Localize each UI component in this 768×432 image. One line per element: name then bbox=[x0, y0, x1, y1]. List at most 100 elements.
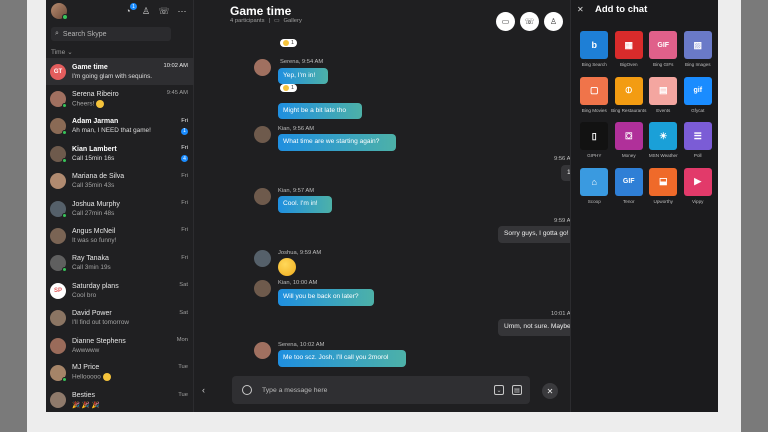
message-bubble[interactable]: What time are we starting again? bbox=[278, 134, 396, 151]
more-options-icon[interactable]: ⋯ bbox=[177, 6, 187, 16]
app-item[interactable]: b Bing Search bbox=[577, 31, 612, 67]
conversation-subtitle: 4 participants | ▭ Gallery bbox=[230, 18, 302, 24]
chat-list-item[interactable]: Joshua Murphy Call 27min 48s Fri bbox=[46, 195, 194, 222]
video-call-button[interactable]: ▭ bbox=[496, 12, 515, 31]
chat-preview: I'm going glam with sequins. bbox=[72, 72, 153, 80]
confused-emoji-icon[interactable] bbox=[278, 258, 296, 276]
app-item[interactable]: ⦶ Bing Restaurants bbox=[611, 76, 646, 113]
presence-dot bbox=[62, 103, 67, 109]
close-panel-button[interactable]: ✕ bbox=[542, 383, 558, 399]
search-placeholder: Search Skype bbox=[62, 30, 107, 38]
avatar-serena bbox=[254, 59, 271, 76]
emoji-icon[interactable] bbox=[242, 385, 252, 395]
app-item[interactable]: ▤ Events bbox=[646, 76, 681, 113]
chat-time: Fri bbox=[181, 172, 188, 179]
chat-list-item[interactable]: Mariana de Silva Call 35min 43s Fri bbox=[46, 168, 194, 195]
contacts-icon[interactable]: ♙ bbox=[141, 6, 151, 16]
audio-call-button[interactable]: ☏ bbox=[520, 12, 539, 31]
app-item[interactable]: ⬓ Upworthy bbox=[646, 167, 681, 204]
chat-name: Saturday plans bbox=[72, 282, 119, 290]
message-bubble[interactable]: Will you be back on later? bbox=[278, 289, 374, 306]
app-label: Poll bbox=[693, 153, 702, 158]
app-item[interactable]: ⌂ Scoop bbox=[577, 167, 612, 204]
chat-list-item[interactable]: Dianne Stephens Awwwww Mon bbox=[46, 332, 194, 359]
app-item[interactable]: ☀ MSN Weather bbox=[646, 122, 681, 158]
app-item[interactable]: ☰ Poll bbox=[681, 122, 716, 158]
profile-avatar[interactable] bbox=[51, 3, 68, 20]
chat-list-item[interactable]: Serena Ribeiro Cheers! 9:45 AM bbox=[46, 85, 194, 112]
avatar: SP bbox=[50, 282, 66, 299]
app-icon: ▯ bbox=[580, 122, 609, 150]
avatar-kian bbox=[254, 188, 271, 205]
app-item[interactable]: ⛋ Money bbox=[612, 122, 647, 158]
sidebar-header: ◔ 1 ♙ ☏ ⋯ bbox=[46, 0, 193, 22]
gallery-icon: ▭ bbox=[274, 18, 280, 24]
reaction-pill[interactable]: 1 bbox=[280, 84, 298, 92]
chat-list-item[interactable]: Besties 🎉 🎉 🎉 Tue bbox=[46, 387, 194, 412]
search-input[interactable]: ⌕ Search Skype bbox=[51, 27, 171, 41]
chevron-left-icon[interactable]: ‹ bbox=[202, 385, 205, 395]
chat-list-item[interactable]: Kian Lambert Call 15min 16s Fri 4 bbox=[46, 140, 194, 167]
app-item[interactable]: ▯ GIPHY bbox=[577, 122, 612, 158]
gallery-link[interactable]: Gallery bbox=[283, 18, 301, 24]
chat-time: Fri bbox=[181, 117, 188, 124]
message-bubble[interactable]: Yep, I'm in! bbox=[278, 68, 328, 84]
chat-time: 10:02 AM bbox=[163, 63, 189, 69]
app-icon: ▨ bbox=[683, 31, 712, 59]
app-item[interactable]: ▶ Vippy bbox=[681, 167, 716, 204]
app-label: Events bbox=[656, 107, 671, 113]
chat-list-item[interactable]: Ray Tanaka Call 3min 19s Fri bbox=[46, 250, 194, 277]
message-meta: Kian, 10:00 AM bbox=[278, 280, 318, 286]
chat-list-item[interactable]: SP Saturday plans Cool bro Sat bbox=[46, 277, 194, 304]
presence-dot bbox=[62, 157, 67, 163]
chat-preview: Ah man, I NEED that game! bbox=[72, 127, 151, 135]
app-icon: ⌂ bbox=[580, 167, 609, 196]
message-bubble[interactable]: Might be a bit late tho bbox=[278, 103, 362, 119]
app-label: Money bbox=[621, 153, 636, 158]
avatar-kian bbox=[254, 280, 271, 297]
app-label: Bing Search bbox=[581, 62, 607, 67]
avatar bbox=[50, 91, 67, 109]
close-icon: ✕ bbox=[546, 386, 554, 396]
message-bubble[interactable]: Me too scz. Josh, I'll call you 2morol bbox=[278, 350, 406, 367]
app-item[interactable]: ▦ BigOven bbox=[612, 31, 647, 67]
presence-dot bbox=[62, 212, 67, 218]
close-icon[interactable]: ✕ bbox=[577, 5, 587, 14]
app-item[interactable]: ▢ Bing Movies bbox=[577, 76, 612, 113]
unread-badge: 1 bbox=[181, 127, 188, 135]
app-label: Bing GIFs bbox=[653, 62, 674, 67]
calls-icon[interactable]: ☏ bbox=[158, 6, 169, 16]
message-composer[interactable]: Type a message here ⌄ ▤ bbox=[232, 376, 530, 404]
chat-list-item[interactable]: Adam Jarman Ah man, I NEED that game! Fr… bbox=[46, 113, 194, 140]
chat-list-item[interactable]: Angus McNeil It was so funny! Fri bbox=[46, 222, 194, 249]
chat-list-item[interactable]: David Power I'll find out tomorrow Sat bbox=[46, 305, 194, 332]
message-bubble[interactable]: Cool. I'm in! bbox=[278, 196, 332, 213]
app-item[interactable]: GIF Tenor bbox=[612, 167, 647, 204]
chat-list-item[interactable]: GT Game time I'm going glam with sequins… bbox=[46, 58, 194, 86]
search-icon: ⌕ bbox=[55, 30, 59, 37]
reaction-pill[interactable]: 1 bbox=[280, 39, 298, 47]
participants-link[interactable]: 4 participants bbox=[230, 18, 264, 24]
send-contact-icon[interactable]: ⌄ bbox=[494, 385, 504, 395]
chat-time: Fri bbox=[181, 254, 188, 261]
add-people-button[interactable]: ♙ bbox=[544, 12, 563, 31]
presence-dot bbox=[62, 14, 68, 20]
sort-label: Time bbox=[51, 48, 66, 56]
app-icon: ☰ bbox=[683, 122, 712, 150]
chat-name: Kian Lambert bbox=[72, 145, 117, 153]
notifications-icon[interactable]: ◔ 1 bbox=[123, 3, 137, 16]
app-icon: ▦ bbox=[614, 31, 643, 59]
chat-list-item[interactable]: MJ Price Hellooooo Tue bbox=[46, 359, 194, 386]
chat-name: Ray Tanaka bbox=[72, 255, 109, 263]
app-label: GIPHY bbox=[587, 153, 602, 158]
message-bubble[interactable]: Umm, not sure. Maybe bbox=[498, 319, 577, 336]
message-bubble[interactable]: Sorry guys, I gotta go! bbox=[498, 226, 577, 243]
app-label: Gfycat bbox=[691, 107, 705, 113]
add-to-chat-panel: ✕ Add to chat b Bing Search ▦ BigOven GIF … bbox=[570, 0, 718, 412]
app-item[interactable]: ▨ Bing Images bbox=[681, 31, 716, 67]
attach-file-icon[interactable]: ▤ bbox=[512, 385, 522, 395]
avatar bbox=[50, 118, 67, 136]
avatar-initials: SP bbox=[53, 287, 62, 294]
app-item[interactable]: GIF Bing GIFs bbox=[646, 31, 681, 67]
app-item[interactable]: gif Gfycat bbox=[681, 76, 716, 113]
